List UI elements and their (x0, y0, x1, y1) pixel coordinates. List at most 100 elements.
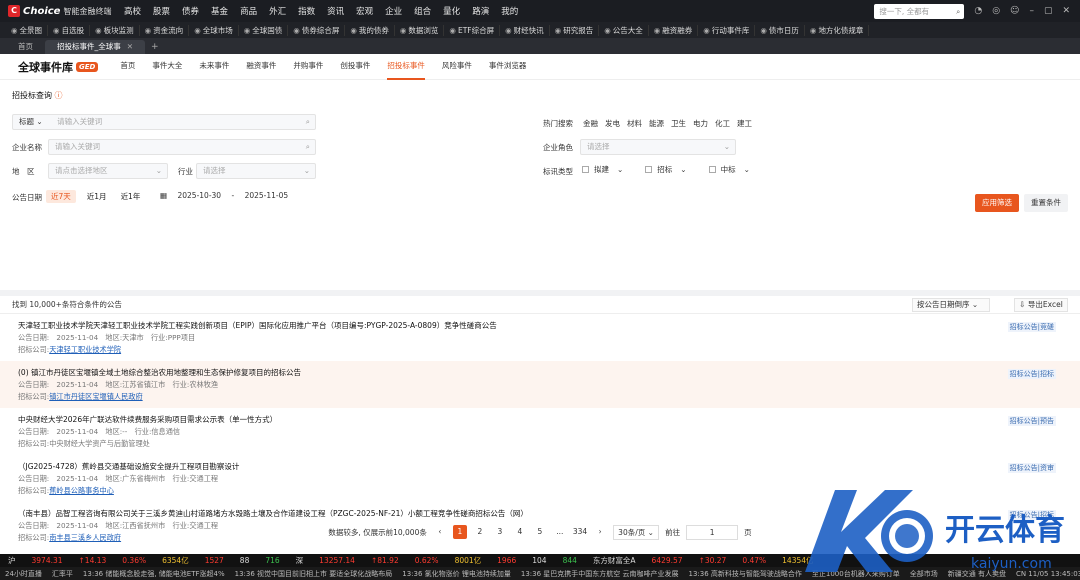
checkbox-box[interactable] (645, 166, 653, 173)
news-item[interactable]: 全部市场 (905, 569, 943, 579)
result-company[interactable]: 天津轻工职业技术学院 (49, 345, 121, 354)
page-size-select[interactable]: 30条/页 ⌄ (613, 524, 660, 540)
app-logo[interactable]: C Choice 智能金融终端 (0, 5, 118, 17)
tab-close-icon[interactable]: ✕ (127, 42, 133, 51)
quick-item[interactable]: ◉ 财经快讯 (500, 24, 550, 36)
news-item[interactable]: 至正1000台机器人采购订单 (807, 569, 905, 579)
result-row[interactable]: （JG2025-4728）蕉岭县交通基础设施安全提升工程项目勘察设计 公告日期: … (0, 455, 1080, 502)
quick-item[interactable]: ◉ 债市日历 (755, 24, 805, 36)
top-nav-item[interactable]: 宏观 (350, 5, 379, 17)
news-item[interactable]: 13:36 视觉中国目前旧相上市 要适全球化战略布局 (230, 569, 398, 579)
top-nav-item[interactable]: 基金 (205, 5, 234, 17)
type-checkbox[interactable]: 拟建 ⌄ (582, 164, 623, 175)
result-row[interactable]: 天津轻工职业技术学院天津轻工职业技术学院工程实践创新项目（EPIP）国际化应用推… (0, 314, 1080, 361)
module-nav-item[interactable]: 事件大全 (152, 53, 182, 80)
page-number[interactable]: 334 (573, 525, 587, 539)
news-item[interactable]: 13:36 氯化物涨价 锂电池持续加量 (397, 569, 516, 579)
top-nav-item[interactable]: 外汇 (263, 5, 292, 17)
headset-icon[interactable]: ◎ (992, 6, 1000, 16)
module-nav-item[interactable]: 招投标事件 (387, 53, 425, 80)
prev-page-icon[interactable]: ‹ (433, 525, 447, 539)
quick-item[interactable]: ◉ ETF综合屏 (444, 24, 501, 36)
sort-select[interactable]: 按公告日期倒序 ⌄ (912, 298, 990, 312)
company-search-input[interactable]: 请输入关键词 ⌕ (48, 139, 316, 155)
module-nav-item[interactable]: 未来事件 (199, 53, 229, 80)
module-nav-item[interactable]: 并购事件 (293, 53, 323, 80)
top-nav-item[interactable]: 高校 (118, 5, 147, 17)
module-nav-item[interactable]: 风险事件 (442, 53, 472, 80)
date-range-picker[interactable]: ▦ 2025-10-30 - 2025-11-05 (160, 191, 288, 200)
page-number[interactable]: 3 (493, 525, 507, 539)
top-nav-item[interactable]: 我的 (495, 5, 524, 17)
quick-item[interactable]: ◉ 板块监测 (90, 24, 140, 36)
result-row[interactable]: 中央财经大学2026年广联达软件续费服务采购项目需求公示表（单一性方式） 公告日期… (0, 408, 1080, 455)
global-search-input[interactable]: 搜一下, 全都有 ⌕ (874, 3, 965, 19)
page-number[interactable]: 4 (513, 525, 527, 539)
maximize-icon[interactable]: ▢ (1044, 6, 1053, 16)
top-nav-item[interactable]: 债券 (176, 5, 205, 17)
industry-select[interactable]: 请选择 ⌄ (196, 163, 316, 179)
top-nav-item[interactable]: 量化 (437, 5, 466, 17)
top-nav-item[interactable]: 资讯 (321, 5, 350, 17)
hot-search-item[interactable]: 化工 (715, 119, 730, 128)
module-nav-item[interactable]: 事件浏览器 (489, 53, 527, 80)
top-nav-item[interactable]: 路演 (466, 5, 495, 17)
top-nav-item[interactable]: 股票 (147, 5, 176, 17)
tab-tender-events[interactable]: 招投标事件_全球事 ✕ (45, 40, 146, 54)
hot-search-item[interactable]: 发电 (605, 119, 620, 128)
goto-page-input[interactable]: 1 (686, 524, 739, 540)
title-search-input[interactable]: 标题 ⌄ 请输入关键词 ⌕ (12, 114, 316, 130)
search-icon[interactable]: ⌕ (306, 140, 310, 154)
type-checkbox[interactable]: 招标 ⌄ (645, 164, 687, 175)
quick-item[interactable]: ◉ 公告大全 (599, 24, 649, 36)
news-item[interactable]: 13:36 星巴克携手中国东方航空 云南咖啡产业发展 (516, 569, 684, 579)
quick-item[interactable]: ◉ 全球市场 (189, 24, 239, 36)
news-item[interactable]: 13:36 储能概念股走强, 储能电池ETF涨超4% (78, 569, 230, 579)
date-option[interactable]: 近7天 (46, 190, 76, 203)
quick-item[interactable]: ◉ 资金流向 (140, 24, 190, 36)
quick-item[interactable]: ◉ 行动事件库 (698, 24, 756, 36)
result-company[interactable]: 蕉岭县公路事务中心 (49, 486, 114, 495)
top-nav-item[interactable]: 商品 (234, 5, 263, 17)
top-nav-item[interactable]: 组合 (408, 5, 437, 17)
module-nav-item[interactable]: 首页 (120, 53, 135, 80)
module-nav-item[interactable]: 融资事件 (246, 53, 276, 80)
result-title[interactable]: 天津轻工职业技术学院天津轻工职业技术学院工程实践创新项目（EPIP）国际化应用推… (18, 320, 948, 332)
type-checkbox[interactable]: 中标 ⌄ (708, 164, 750, 175)
help-icon[interactable]: ⓘ (55, 91, 63, 100)
hot-search-item[interactable]: 建工 (737, 119, 752, 128)
news-item[interactable]: 13:36 高新科技与智能驾驶战略合作 (683, 569, 806, 579)
module-nav-item[interactable]: 创投事件 (340, 53, 370, 80)
top-nav-item[interactable]: 指数 (292, 5, 321, 17)
news-item[interactable]: 新疆交通 有人卖盘 (943, 569, 1011, 579)
apply-filter-button[interactable]: 应用筛选 (975, 194, 1019, 212)
next-page-icon[interactable]: › (593, 525, 607, 539)
reset-filter-button[interactable]: 重置条件 (1024, 194, 1068, 212)
hot-search-item[interactable]: 电力 (693, 119, 708, 128)
page-number[interactable]: 2 (473, 525, 487, 539)
checkbox-box[interactable] (582, 166, 589, 173)
bell-icon[interactable]: ◔ (974, 6, 982, 16)
result-row[interactable]: (0) 镇江市丹徒区宝堰镇全域土地综合整治农用地整理和生态保护修复项目的招标公告… (0, 361, 1080, 408)
region-select[interactable]: 请点击选择地区 ⌄ (48, 163, 168, 179)
quick-item[interactable]: ◉ 数据浏览 (395, 24, 445, 36)
role-select[interactable]: 请选择 ⌄ (580, 139, 736, 155)
date-option[interactable]: 近1月 (84, 190, 110, 203)
quick-item[interactable]: ◉ 全景图 (6, 24, 49, 36)
result-title[interactable]: （南丰县）品智工程咨询有限公司关于三溪乡黄迪山村道路堵方水毁路土壤及合作道建设工… (18, 508, 948, 520)
user-icon[interactable]: ☺ (1010, 6, 1019, 16)
quick-item[interactable]: ◉ 自选股 (48, 24, 91, 36)
result-title[interactable]: (0) 镇江市丹徒区宝堰镇全域土地综合整治农用地整理和生态保护修复项目的招标公告 (18, 367, 948, 379)
date-option[interactable]: 近1年 (118, 190, 144, 203)
hot-search-item[interactable]: 卫生 (671, 119, 686, 128)
page-number[interactable]: 1 (452, 525, 467, 539)
quick-item[interactable]: ◉ 债券综合屏 (288, 24, 346, 36)
quick-item[interactable]: ◉ 全球国债 (239, 24, 289, 36)
page-number[interactable]: 5 (533, 525, 547, 539)
quick-item[interactable]: ◉ 研究报告 (550, 24, 600, 36)
tab-home[interactable]: 首页 (6, 40, 45, 54)
news-item[interactable]: 汇率平 (47, 569, 78, 579)
result-title[interactable]: （JG2025-4728）蕉岭县交通基础设施安全提升工程项目勘察设计 (18, 461, 948, 473)
result-title[interactable]: 中央财经大学2026年广联达软件续费服务采购项目需求公示表（单一性方式） (18, 414, 948, 426)
export-excel-button[interactable]: ⇩ 导出Excel (1014, 298, 1068, 312)
